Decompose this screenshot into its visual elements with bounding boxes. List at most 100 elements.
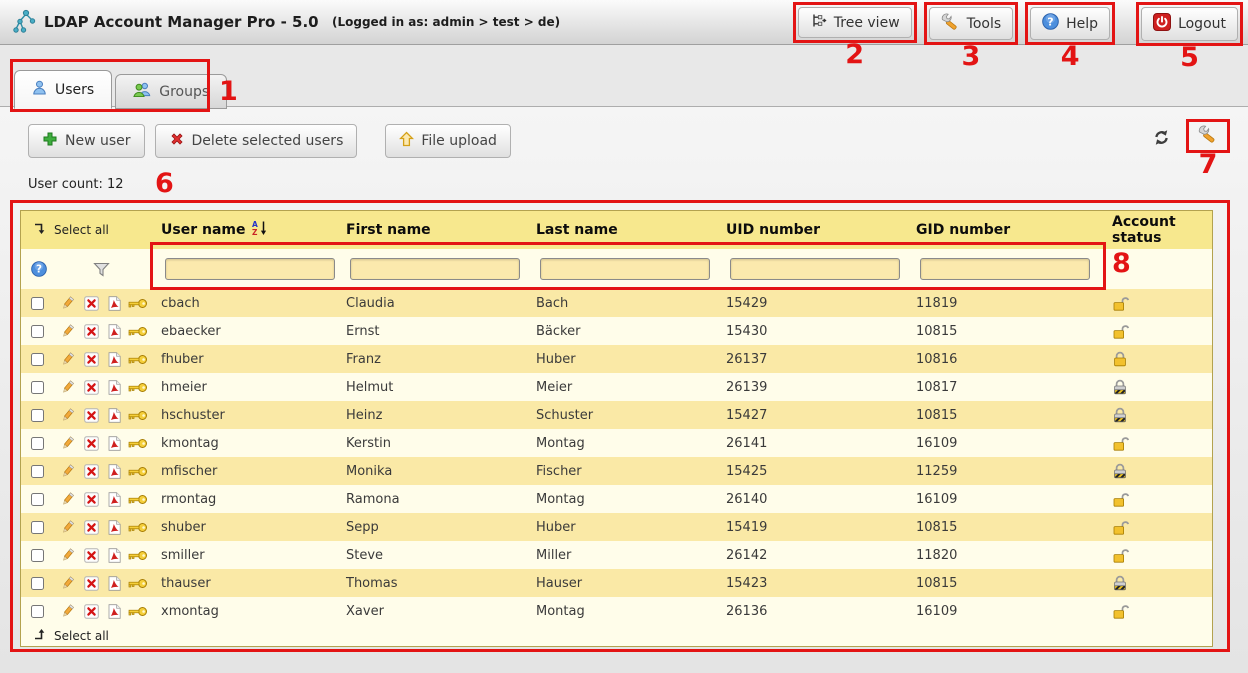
password-key-icon[interactable] <box>128 438 148 449</box>
pdf-export-icon[interactable] <box>108 436 121 451</box>
edit-pencil-icon[interactable] <box>60 548 75 563</box>
edit-pencil-icon[interactable] <box>60 408 75 423</box>
row-select-checkbox[interactable] <box>31 353 44 366</box>
pdf-export-icon[interactable] <box>108 520 121 535</box>
delete-row-icon[interactable] <box>84 576 99 591</box>
delete-row-icon[interactable] <box>84 492 99 507</box>
edit-pencil-icon[interactable] <box>60 576 75 591</box>
tab-users-label: Users <box>55 82 94 98</box>
delete-row-icon[interactable] <box>84 436 99 451</box>
pdf-export-icon[interactable] <box>108 492 121 507</box>
password-key-icon[interactable] <box>128 410 148 421</box>
account-partially-locked-icon <box>1112 379 1128 395</box>
file-upload-button[interactable]: File upload <box>385 124 511 158</box>
table-settings-wrench-icon[interactable] <box>1198 125 1218 143</box>
logout-button[interactable]: Logout <box>1141 7 1238 41</box>
pdf-export-icon[interactable] <box>108 352 121 367</box>
edit-pencil-icon[interactable] <box>60 492 75 507</box>
password-key-icon[interactable] <box>128 550 148 561</box>
select-all-bottom-label[interactable]: Select all <box>54 629 109 643</box>
row-controls <box>21 548 161 563</box>
annotation-number-2: 2 <box>845 41 864 68</box>
column-header-uid-number[interactable]: UID number <box>726 222 916 238</box>
row-select-checkbox[interactable] <box>31 465 44 478</box>
password-key-icon[interactable] <box>128 578 148 589</box>
pdf-export-icon[interactable] <box>108 576 121 591</box>
select-all-top[interactable]: Select all <box>21 222 161 238</box>
pdf-export-icon[interactable] <box>108 604 121 619</box>
row-select-checkbox[interactable] <box>31 521 44 534</box>
pdf-export-icon[interactable] <box>108 548 121 563</box>
row-select-checkbox[interactable] <box>31 577 44 590</box>
filter-help-icon[interactable]: ? <box>31 261 47 277</box>
filter-first-name-input[interactable] <box>350 258 520 280</box>
filter-user-name-input[interactable] <box>165 258 335 280</box>
account-partially-locked-icon <box>1112 463 1128 479</box>
edit-pencil-icon[interactable] <box>60 520 75 535</box>
cell-uid-number: 15430 <box>726 324 916 339</box>
refresh-icon[interactable] <box>1152 129 1171 146</box>
help-button[interactable]: ? Help <box>1030 7 1110 40</box>
filter-last-name-input[interactable] <box>540 258 710 280</box>
row-select-checkbox[interactable] <box>31 437 44 450</box>
password-key-icon[interactable] <box>128 382 148 393</box>
delete-row-icon[interactable] <box>84 548 99 563</box>
annotation-number-6: 6 <box>155 170 174 197</box>
password-key-icon[interactable] <box>128 326 148 337</box>
filter-funnel-icon[interactable] <box>93 262 110 277</box>
row-select-checkbox[interactable] <box>31 549 44 562</box>
column-header-user-name[interactable]: User name A Z <box>161 220 346 240</box>
pdf-export-icon[interactable] <box>108 408 121 423</box>
password-key-icon[interactable] <box>128 354 148 365</box>
tree-view-button[interactable]: Tree view <box>798 7 912 38</box>
pdf-export-icon[interactable] <box>108 324 121 339</box>
delete-row-icon[interactable] <box>84 520 99 535</box>
password-key-icon[interactable] <box>128 606 148 617</box>
row-select-checkbox[interactable] <box>31 325 44 338</box>
filter-gid-number-input[interactable] <box>920 258 1090 280</box>
delete-row-icon[interactable] <box>84 296 99 311</box>
delete-selected-users-button[interactable]: Delete selected users <box>155 124 358 158</box>
column-header-first-name[interactable]: First name <box>346 222 536 238</box>
column-header-gid-number[interactable]: GID number <box>916 222 1106 238</box>
row-controls <box>21 520 161 535</box>
pdf-export-icon[interactable] <box>108 464 121 479</box>
edit-pencil-icon[interactable] <box>60 436 75 451</box>
delete-row-icon[interactable] <box>84 604 99 619</box>
password-key-icon[interactable] <box>128 494 148 505</box>
edit-pencil-icon[interactable] <box>60 296 75 311</box>
new-user-button[interactable]: New user <box>28 124 145 158</box>
filter-uid-number-input[interactable] <box>730 258 900 280</box>
row-select-checkbox[interactable] <box>31 493 44 506</box>
row-select-checkbox[interactable] <box>31 297 44 310</box>
pdf-export-icon[interactable] <box>108 380 121 395</box>
edit-pencil-icon[interactable] <box>60 324 75 339</box>
account-unlocked-icon <box>1112 492 1130 507</box>
pdf-export-icon[interactable] <box>108 296 121 311</box>
row-controls <box>21 464 161 479</box>
delete-row-icon[interactable] <box>84 324 99 339</box>
user-name-header-label: User name <box>161 222 245 238</box>
row-select-checkbox[interactable] <box>31 409 44 422</box>
row-select-checkbox[interactable] <box>31 381 44 394</box>
delete-row-icon[interactable] <box>84 464 99 479</box>
delete-row-icon[interactable] <box>84 352 99 367</box>
password-key-icon[interactable] <box>128 522 148 533</box>
password-key-icon[interactable] <box>128 298 148 309</box>
account-unlocked-icon <box>1112 324 1130 339</box>
help-icon: ? <box>1042 13 1059 34</box>
edit-pencil-icon[interactable] <box>60 464 75 479</box>
row-select-checkbox[interactable] <box>31 605 44 618</box>
tab-groups[interactable]: Groups <box>115 74 227 109</box>
edit-pencil-icon[interactable] <box>60 604 75 619</box>
table-row: cbach Claudia Bach 15429 11819 <box>21 289 1212 317</box>
delete-row-icon[interactable] <box>84 408 99 423</box>
tab-users[interactable]: Users <box>14 70 112 109</box>
password-key-icon[interactable] <box>128 466 148 477</box>
column-header-last-name[interactable]: Last name <box>536 222 726 238</box>
tools-button[interactable]: Tools <box>929 7 1014 40</box>
edit-pencil-icon[interactable] <box>60 352 75 367</box>
table-row: ebaecker Ernst Bäcker 15430 10815 <box>21 317 1212 345</box>
edit-pencil-icon[interactable] <box>60 380 75 395</box>
delete-row-icon[interactable] <box>84 380 99 395</box>
